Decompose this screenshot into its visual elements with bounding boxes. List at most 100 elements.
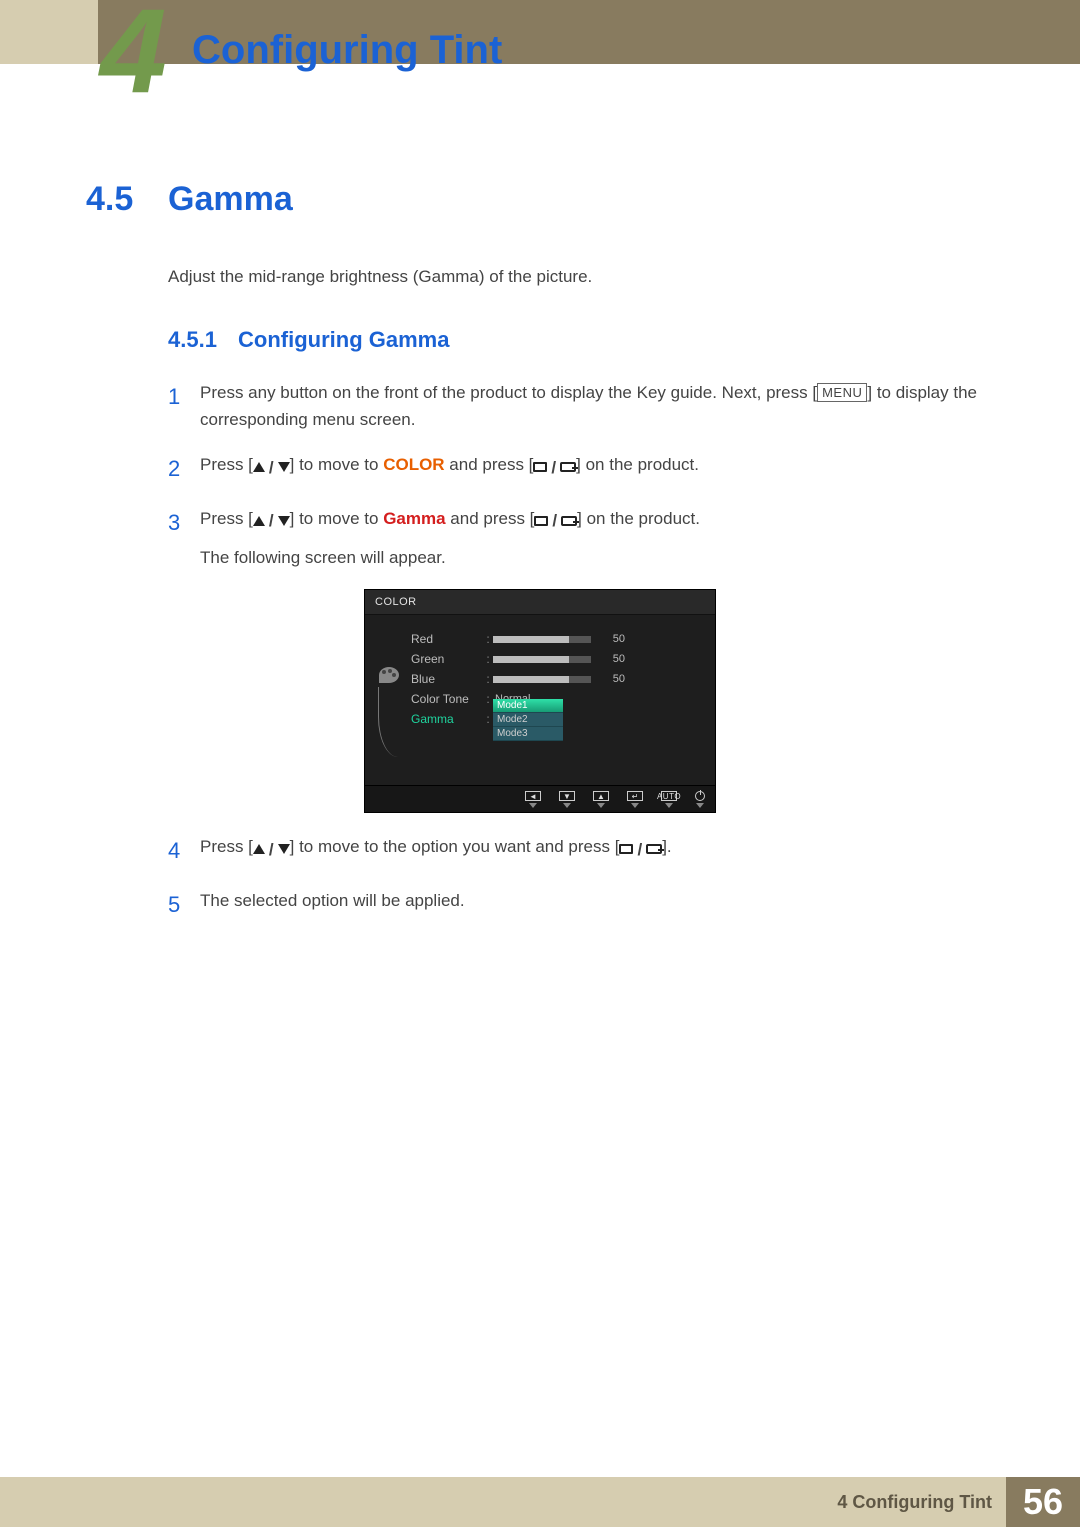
osd-nav-back-icon: ◄ [525,791,541,808]
step-text: Press [ [200,509,253,528]
step-text: The selected option will be applied. [200,891,465,910]
slider-track [493,676,591,683]
step-number: 3 [168,505,200,572]
osd-row-green: Green : 50 [411,649,703,669]
osd-nav-down-icon: ▼ [559,791,575,808]
step-text: ] to move to the option you want and pre… [290,837,620,856]
osd-nav-auto: AUTO [661,791,677,808]
step-body: Press [/] to move to the option you want… [200,833,984,868]
slider-fill [493,676,569,683]
osd-colon: : [483,692,493,706]
step-body: Press [/] to move to COLOR and press [/]… [200,451,984,486]
gamma-mode-option: Mode2 [493,713,563,727]
source-enter-icon: / [619,836,662,863]
menu-key-label: MENU [817,383,867,402]
source-icon [534,516,548,526]
step-text: Press [ [200,837,253,856]
osd-colon: : [483,632,493,646]
osd-nav-enter-icon: ↵ [627,791,643,808]
palette-icon [379,667,399,683]
osd-value: 50 [493,653,703,665]
gamma-mode-list: Mode1 Mode2 Mode3 [493,699,563,741]
keyword-gamma: Gamma [383,509,445,528]
step-number: 2 [168,451,200,486]
osd-number: 50 [599,673,625,685]
step-text: ] on the product. [576,455,699,474]
step-text: ]. [662,837,671,856]
footer-page-number: 56 [1006,1477,1080,1527]
slider-track [493,656,591,663]
triangle-up-icon [253,516,265,526]
osd-row-blue: Blue : 50 [411,669,703,689]
footer-left-block [0,1477,98,1527]
section-intro: Adjust the mid-range brightness (Gamma) … [168,267,984,287]
chapter-number: 4 [100,0,159,120]
subsection-title: Configuring Gamma [238,327,449,353]
gamma-mode-option: Mode3 [493,727,563,741]
page-title: Configuring Tint [192,28,502,73]
osd-sidebar [377,629,401,757]
osd-label: Green [411,652,483,666]
osd-rows: Red : 50 Green : 50 [411,629,703,757]
osd-value: 50 [493,633,703,645]
osd-title: COLOR [365,590,715,615]
section-number: 4.5 [86,180,168,219]
osd-footer: ◄ ▼ ▲ ↵ AUTO [365,785,715,812]
step-text: Press any button on the front of the pro… [200,383,817,402]
sidebar-curve [378,687,400,757]
slider-track [493,636,591,643]
triangle-down-icon [278,844,290,854]
step-subtext: The following screen will appear. [200,544,984,571]
source-icon [533,462,547,472]
triangle-up-icon [253,462,265,472]
osd-value: 50 [493,673,703,685]
osd-colon: : [483,672,493,686]
source-enter-icon: / [534,507,577,534]
osd-number: 50 [599,633,625,645]
subsection-number: 4.5.1 [168,327,238,353]
content-area: 4.5 Gamma Adjust the mid-range brightnes… [86,180,984,940]
step-text: ] to move to [290,509,384,528]
osd-nav-up-icon: ▲ [593,791,609,808]
enter-icon [646,844,662,854]
step-body: Press [/] to move to Gamma and press [/]… [200,505,984,572]
osd-label: Blue [411,672,483,686]
subsection-heading: 4.5.1 Configuring Gamma [168,327,984,353]
osd-screenshot: COLOR Red : 50 [364,589,984,813]
up-down-icon: / [253,454,290,481]
up-down-icon: / [253,507,290,534]
osd-colon: : [483,652,493,666]
triangle-down-icon [278,516,290,526]
section-heading: 4.5 Gamma [86,180,984,219]
up-down-icon: / [253,836,290,863]
source-enter-icon: / [533,454,576,481]
step-text: and press [ [445,455,534,474]
osd-window: COLOR Red : 50 [364,589,716,813]
step-1: 1 Press any button on the front of the p… [168,379,984,433]
triangle-up-icon [253,844,265,854]
step-body: The selected option will be applied. [200,887,984,922]
step-3: 3 Press [/] to move to Gamma and press [… [168,505,984,572]
slider-fill [493,636,569,643]
step-number: 1 [168,379,200,433]
osd-row-gamma: Gamma : Mode1 Mode2 Mode3 [411,709,703,729]
section-title: Gamma [168,180,293,219]
step-text: ] to move to [290,455,384,474]
gamma-mode-selected: Mode1 [493,699,563,713]
osd-nav-power-icon [695,791,705,808]
osd-value: Mode1 Mode2 Mode3 [493,697,703,741]
step-2: 2 Press [/] to move to COLOR and press [… [168,451,984,486]
header-band-outer [0,0,1080,64]
osd-label-selected: Gamma [411,712,483,726]
step-text: Press [ [200,455,253,474]
triangle-down-icon [278,462,290,472]
footer-breadcrumb: 4 Configuring Tint [98,1477,1006,1527]
source-icon [619,844,633,854]
keyword-color: COLOR [383,455,444,474]
osd-row-red: Red : 50 [411,629,703,649]
osd-label: Red [411,632,483,646]
slider-fill [493,656,569,663]
enter-icon [560,462,576,472]
osd-body: Red : 50 Green : 50 [365,615,715,785]
step-text: ] on the product. [577,509,700,528]
